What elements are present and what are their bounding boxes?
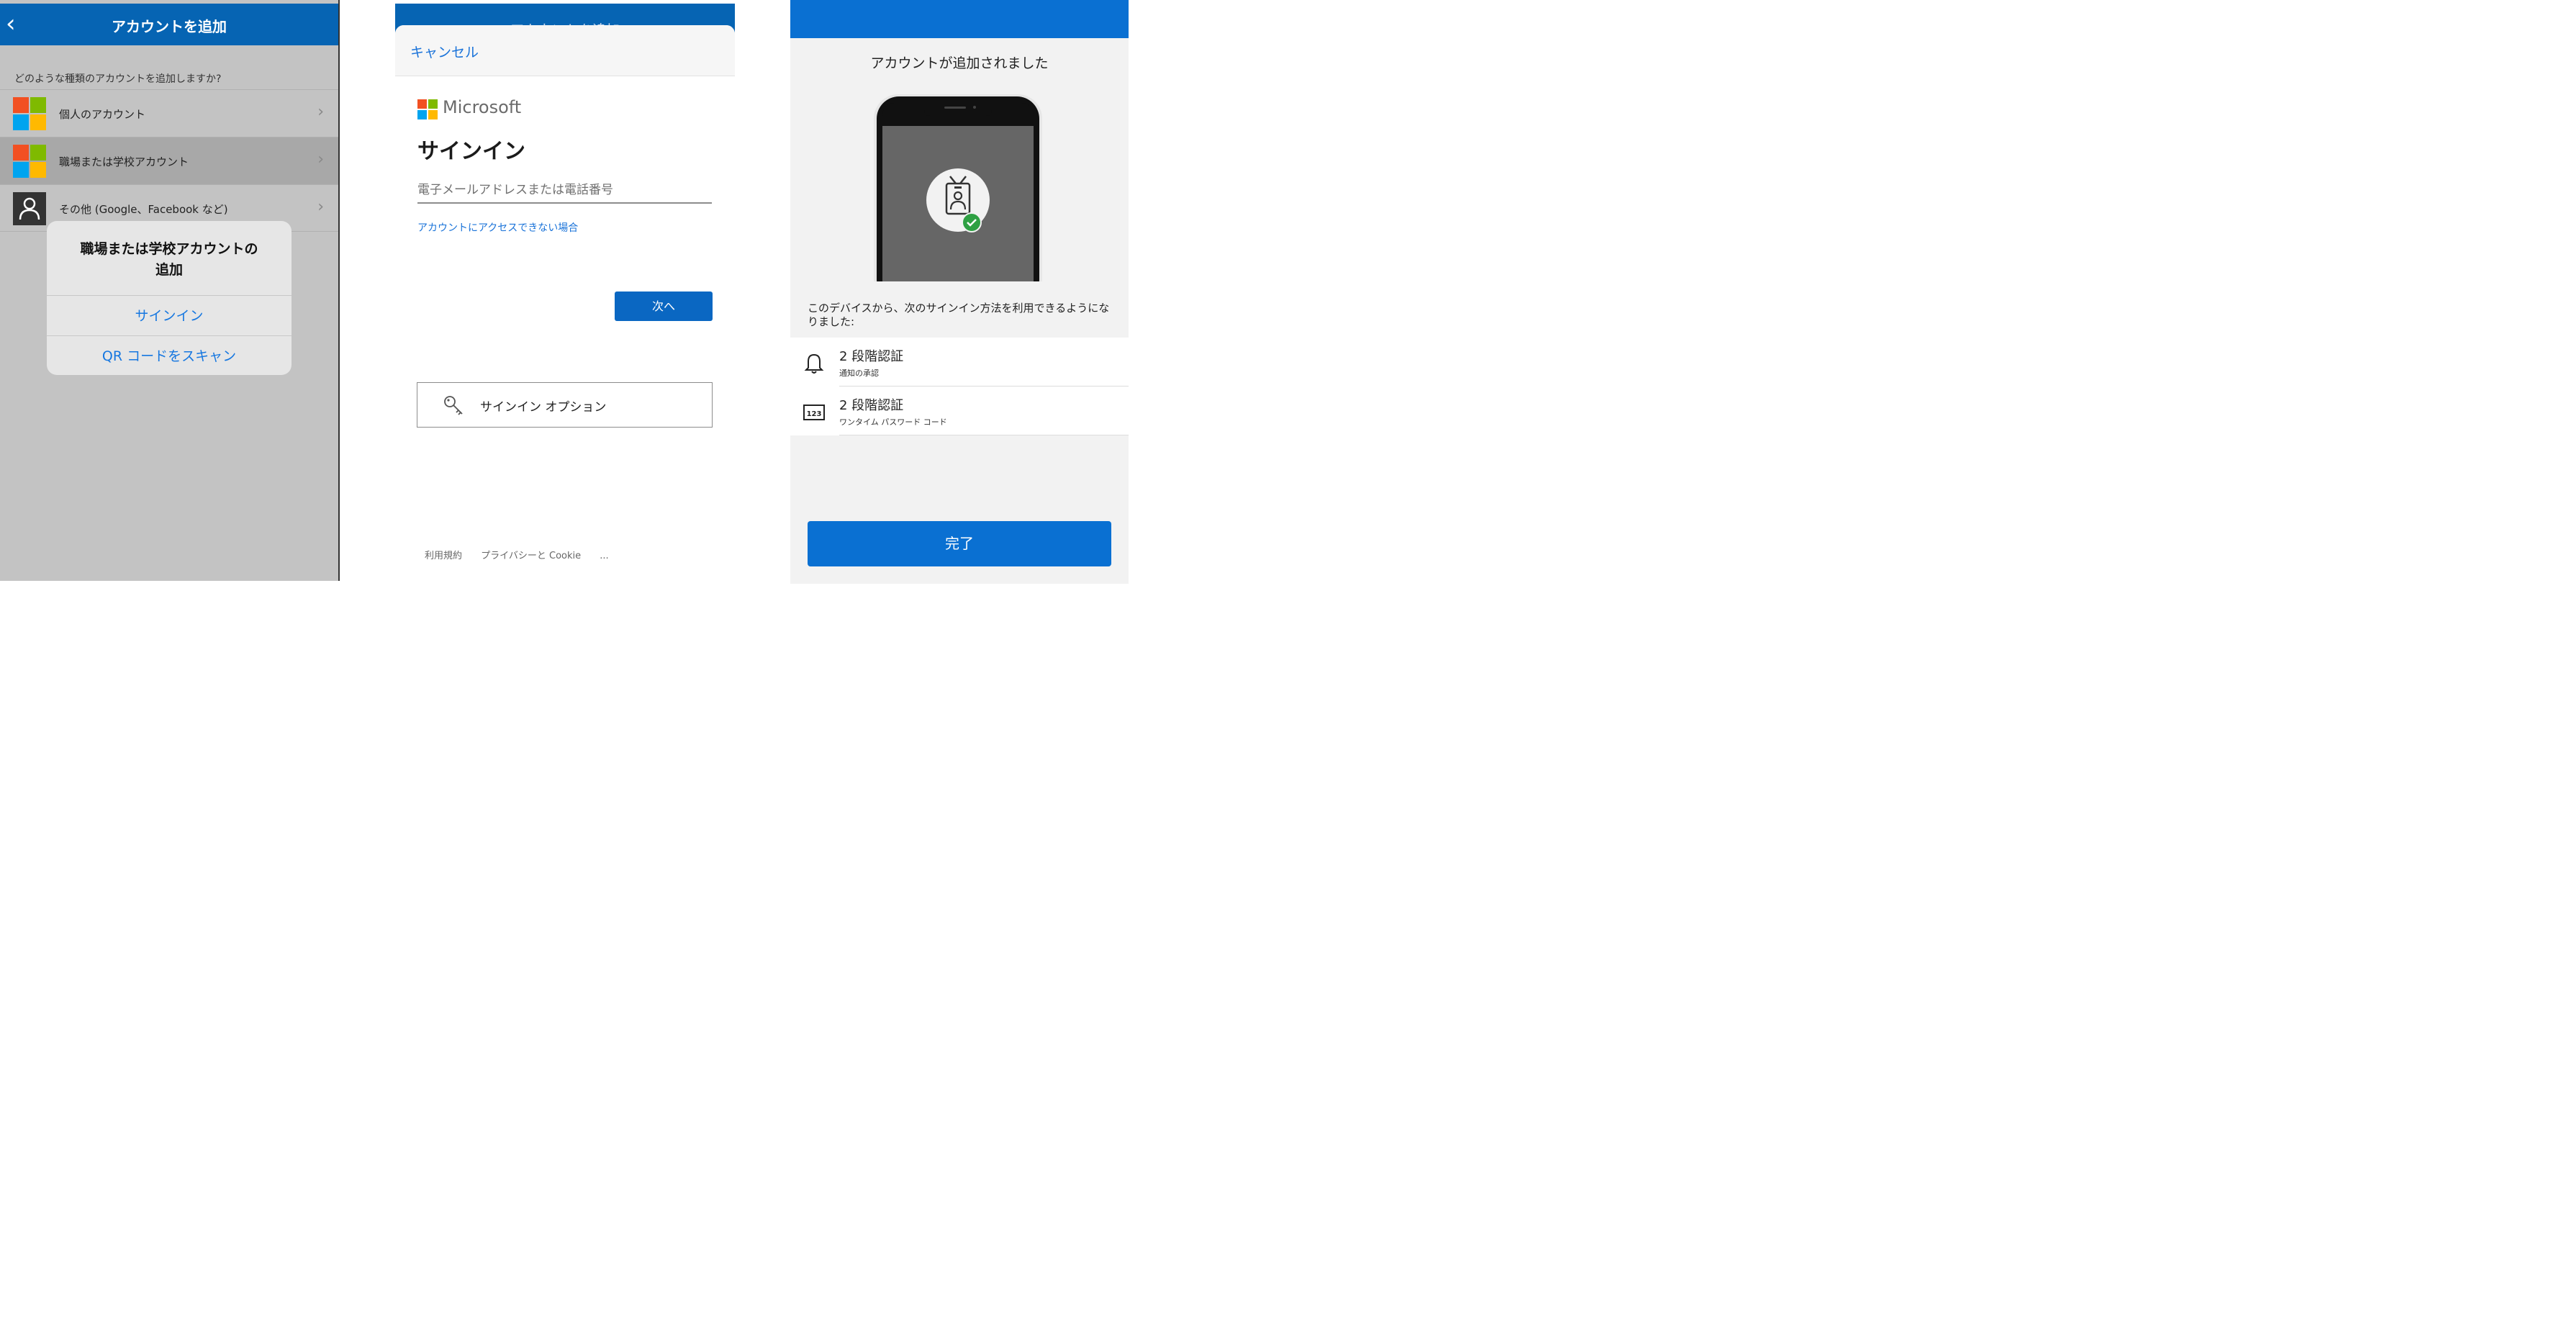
dialog-title: 職場または学校アカウントの 追加 bbox=[61, 239, 277, 281]
cancel-button[interactable]: キャンセル bbox=[410, 42, 479, 61]
microsoft-signin-screen: アカウントを追加 キャンセル Microsoft サインイン アカウントにアクセ… bbox=[395, 0, 735, 584]
work-school-account-label: 職場または学校アカウント bbox=[59, 155, 189, 168]
add-account-type-screen: ‹ アカウントを追加 どのような種類のアカウントを追加しますか? 個人のアカウン… bbox=[0, 0, 340, 581]
footer-links: 利用規約 プライバシーと Cookie ... bbox=[425, 548, 625, 561]
method-subtitle: ワンタイム パスワード コード bbox=[839, 417, 947, 427]
signin-options-label: サインイン オプション bbox=[480, 400, 607, 415]
mfa-otp-item: 123 2 段階認証 ワンタイム パスワード コード bbox=[790, 387, 1129, 435]
chevron-right-icon: › bbox=[317, 103, 324, 121]
page-title: アカウントを追加 bbox=[112, 18, 227, 35]
available-methods-description: このデバイスから、次のサインイン方法を利用できるようになりました: bbox=[808, 302, 1110, 328]
header-bar: ‹ アカウントを追加 bbox=[0, 4, 338, 45]
terms-link[interactable]: 利用規約 bbox=[425, 551, 462, 561]
more-options-icon[interactable]: ... bbox=[600, 551, 608, 561]
method-subtitle: 通知の承認 bbox=[839, 369, 879, 378]
code-icon-text: 123 bbox=[807, 410, 822, 418]
dialog-title-line2: 追加 bbox=[155, 262, 183, 278]
email-field[interactable] bbox=[417, 177, 712, 204]
header-bar bbox=[790, 0, 1129, 38]
account-added-screen: アカウントが追加されました このデバイスから、次のサインイン方法を利用できるよう… bbox=[790, 0, 1129, 584]
method-title: 2 段階認証 bbox=[839, 349, 904, 364]
method-title: 2 段階認証 bbox=[839, 398, 904, 413]
mfa-notification-item: 2 段階認証 通知の承認 bbox=[790, 338, 1129, 387]
signin-heading: サインイン bbox=[417, 139, 525, 164]
signin-options-button[interactable]: サインイン オプション bbox=[417, 382, 713, 428]
dialog-signin-button[interactable]: サインイン bbox=[47, 295, 292, 335]
next-button[interactable]: 次へ bbox=[615, 292, 713, 321]
personal-account-item[interactable]: 個人のアカウント › bbox=[0, 89, 338, 137]
sheet-header: キャンセル bbox=[395, 25, 735, 76]
account-added-heading: アカウントが追加されました bbox=[870, 55, 1049, 71]
phone-illustration bbox=[874, 94, 1042, 303]
personal-account-label: 個人のアカウント bbox=[59, 108, 146, 121]
microsoft-logo-icon bbox=[13, 145, 46, 178]
other-account-label: その他 (Google、Facebook など) bbox=[59, 203, 228, 216]
chevron-right-icon: › bbox=[317, 150, 324, 168]
microsoft-logo-icon bbox=[13, 97, 46, 130]
cant-access-account-link[interactable]: アカウントにアクセスできない場合 bbox=[417, 220, 578, 235]
chevron-right-icon: › bbox=[317, 198, 324, 216]
done-button[interactable]: 完了 bbox=[808, 521, 1111, 566]
person-icon bbox=[13, 192, 46, 225]
key-icon bbox=[443, 394, 466, 416]
bell-icon bbox=[802, 351, 826, 375]
microsoft-brand-text: Microsoft bbox=[443, 97, 522, 117]
add-work-account-dialog: 職場または学校アカウントの 追加 サインイン QR コードをスキャン bbox=[47, 221, 292, 375]
dialog-title-line1: 職場または学校アカウントの bbox=[80, 241, 258, 257]
privacy-cookie-link[interactable]: プライバシーと Cookie bbox=[481, 551, 581, 561]
account-type-question: どのような種類のアカウントを追加しますか? bbox=[14, 73, 222, 85]
signin-sheet: キャンセル Microsoft サインイン アカウントにアクセスできない場合 次… bbox=[395, 25, 735, 584]
work-school-account-item[interactable]: 職場または学校アカウント › bbox=[0, 137, 338, 184]
dialog-scan-qr-button[interactable]: QR コードをスキャン bbox=[47, 335, 292, 375]
microsoft-logo-icon bbox=[417, 99, 438, 119]
code-123-icon: 123 bbox=[802, 399, 826, 424]
